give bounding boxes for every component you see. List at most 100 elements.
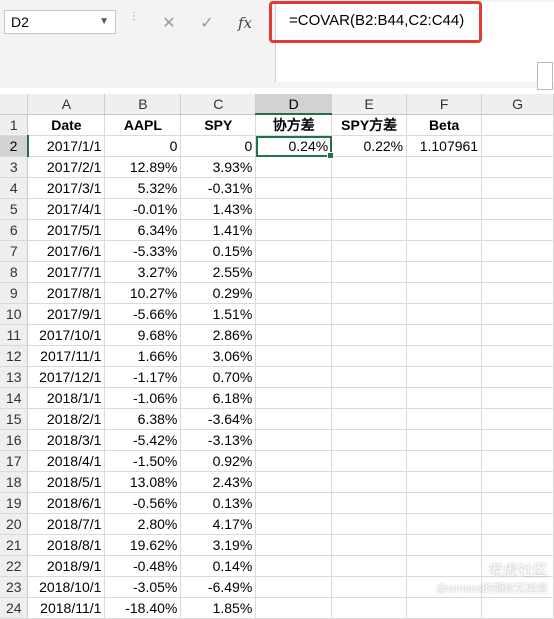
cell-a12[interactable]: 2017/11/1 <box>27 345 106 367</box>
cell-b22[interactable]: -0.48% <box>104 555 182 577</box>
cell-f18[interactable] <box>406 471 483 493</box>
cell-d22[interactable] <box>255 555 333 577</box>
cell-d5[interactable] <box>255 198 333 220</box>
cell-c24[interactable]: 1.85% <box>180 597 257 619</box>
cell-f3[interactable] <box>406 156 483 178</box>
cell-a8[interactable]: 2017/7/1 <box>27 261 106 283</box>
cell-a24[interactable]: 2018/11/1 <box>27 597 106 619</box>
cell-f6[interactable] <box>406 219 483 241</box>
cell-g20[interactable] <box>481 513 554 535</box>
cell-f10[interactable] <box>406 303 483 325</box>
row-header-9[interactable]: 9 <box>0 282 29 304</box>
cell-b24[interactable]: -18.40% <box>104 597 182 619</box>
cell-g17[interactable] <box>481 450 554 472</box>
cell-d23[interactable] <box>255 576 333 598</box>
cell-a15[interactable]: 2018/2/1 <box>27 408 106 430</box>
close-icon[interactable]: ✕ <box>150 13 188 33</box>
cell-b7[interactable]: -5.33% <box>104 240 182 262</box>
cell-f17[interactable] <box>406 450 483 472</box>
cell-b5[interactable]: -0.01% <box>104 198 182 220</box>
cell-c9[interactable]: 0.29% <box>180 282 257 304</box>
column-header-d[interactable]: D <box>255 94 333 115</box>
spreadsheet-grid[interactable]: A B C D E F G 1 Date AAPL SPY 协方差 SPY方差 Beta 2 2017/1/1… <box>0 94 554 619</box>
cell-g1[interactable] <box>481 114 554 136</box>
cell-d8[interactable] <box>255 261 333 283</box>
cell-b23[interactable]: -3.05% <box>104 576 182 598</box>
cell-g16[interactable] <box>481 429 554 451</box>
cell-d12[interactable] <box>255 345 333 367</box>
cell-c11[interactable]: 2.86% <box>180 324 257 346</box>
cell-f11[interactable] <box>406 324 483 346</box>
cell-b18[interactable]: 13.08% <box>104 471 182 493</box>
cell-e21[interactable] <box>331 534 408 556</box>
cell-e8[interactable] <box>331 261 408 283</box>
cell-c21[interactable]: 3.19% <box>180 534 257 556</box>
cell-g13[interactable] <box>481 366 554 388</box>
cell-a13[interactable]: 2017/12/1 <box>27 366 106 388</box>
cell-f8[interactable] <box>406 261 483 283</box>
row-header-17[interactable]: 17 <box>0 450 29 472</box>
cell-g6[interactable] <box>481 219 554 241</box>
cell-e6[interactable] <box>331 219 408 241</box>
cell-a17[interactable]: 2018/4/1 <box>27 450 106 472</box>
cell-e13[interactable] <box>331 366 408 388</box>
cell-e19[interactable] <box>331 492 408 514</box>
cell-g19[interactable] <box>481 492 554 514</box>
cell-b14[interactable]: -1.06% <box>104 387 182 409</box>
cell-b1[interactable]: AAPL <box>104 114 182 136</box>
cell-c16[interactable]: -3.13% <box>180 429 257 451</box>
cell-e12[interactable] <box>331 345 408 367</box>
cell-e24[interactable] <box>331 597 408 619</box>
cell-a21[interactable]: 2018/8/1 <box>27 534 106 556</box>
cell-f20[interactable] <box>406 513 483 535</box>
cell-f4[interactable] <box>406 177 483 199</box>
cell-a6[interactable]: 2017/5/1 <box>27 219 106 241</box>
cell-d6[interactable] <box>255 219 333 241</box>
cell-b12[interactable]: 1.66% <box>104 345 182 367</box>
row-header-10[interactable]: 10 <box>0 303 29 325</box>
row-header-4[interactable]: 4 <box>0 177 29 199</box>
cell-g3[interactable] <box>481 156 554 178</box>
cell-b2[interactable]: 0 <box>104 135 182 157</box>
row-header-21[interactable]: 21 <box>0 534 29 556</box>
cell-e23[interactable] <box>331 576 408 598</box>
row-header-1[interactable]: 1 <box>0 114 29 136</box>
cell-g4[interactable] <box>481 177 554 199</box>
cell-d1[interactable]: 协方差 <box>255 114 333 136</box>
cell-c10[interactable]: 1.51% <box>180 303 257 325</box>
cell-c15[interactable]: -3.64% <box>180 408 257 430</box>
cell-f7[interactable] <box>406 240 483 262</box>
row-header-24[interactable]: 24 <box>0 597 29 619</box>
cell-g9[interactable] <box>481 282 554 304</box>
cell-b20[interactable]: 2.80% <box>104 513 182 535</box>
cell-f9[interactable] <box>406 282 483 304</box>
cell-d20[interactable] <box>255 513 333 535</box>
cell-a20[interactable]: 2018/7/1 <box>27 513 106 535</box>
cell-a5[interactable]: 2017/4/1 <box>27 198 106 220</box>
cell-b15[interactable]: 6.38% <box>104 408 182 430</box>
cell-a11[interactable]: 2017/10/1 <box>27 324 106 346</box>
cell-f24[interactable] <box>406 597 483 619</box>
cell-e16[interactable] <box>331 429 408 451</box>
cell-d14[interactable] <box>255 387 333 409</box>
cell-b19[interactable]: -0.56% <box>104 492 182 514</box>
cell-c7[interactable]: 0.15% <box>180 240 257 262</box>
cell-e20[interactable] <box>331 513 408 535</box>
cell-c17[interactable]: 0.92% <box>180 450 257 472</box>
cell-g21[interactable] <box>481 534 554 556</box>
row-header-14[interactable]: 14 <box>0 387 29 409</box>
check-icon[interactable]: ✓ <box>188 13 226 33</box>
cell-a4[interactable]: 2017/3/1 <box>27 177 106 199</box>
row-header-13[interactable]: 13 <box>0 366 29 388</box>
row-header-18[interactable]: 18 <box>0 471 29 493</box>
cell-f2[interactable]: 1.107961 <box>406 135 483 157</box>
cell-g11[interactable] <box>481 324 554 346</box>
row-header-6[interactable]: 6 <box>0 219 29 241</box>
cell-b17[interactable]: -1.50% <box>104 450 182 472</box>
cell-d15[interactable] <box>255 408 333 430</box>
cell-g18[interactable] <box>481 471 554 493</box>
cell-d3[interactable] <box>255 156 333 178</box>
cell-a14[interactable]: 2018/1/1 <box>27 387 106 409</box>
cell-f13[interactable] <box>406 366 483 388</box>
cell-e14[interactable] <box>331 387 408 409</box>
